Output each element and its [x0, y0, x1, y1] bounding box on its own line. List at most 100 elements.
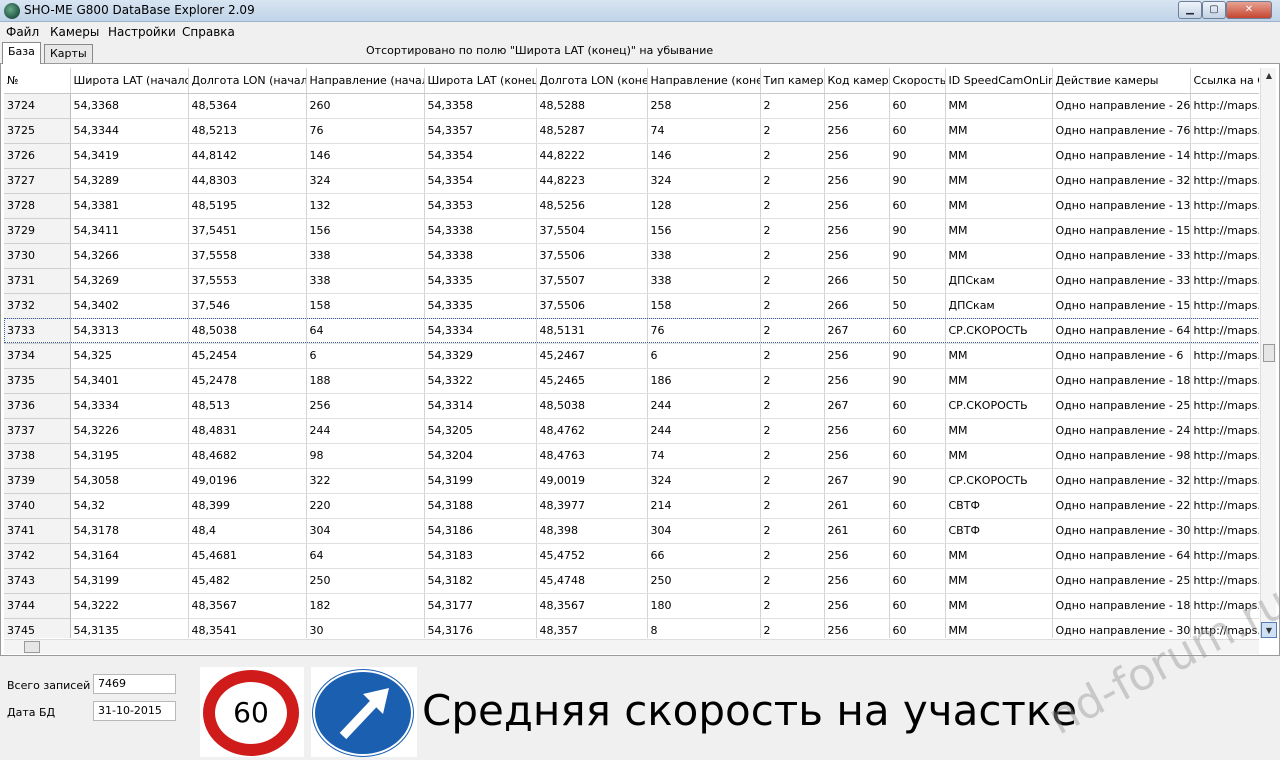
table-cell[interactable]: Одно направление - 156: [1052, 218, 1191, 244]
table-cell[interactable]: 30: [306, 618, 425, 638]
table-cell[interactable]: 54,3329: [424, 343, 537, 369]
table-cell[interactable]: MM: [945, 193, 1053, 219]
table-cell[interactable]: 304: [647, 518, 761, 544]
table-cell[interactable]: 54,3419: [70, 143, 189, 169]
table-cell[interactable]: 54,3322: [424, 368, 537, 394]
menu-file[interactable]: Файл: [6, 25, 39, 39]
table-cell[interactable]: 48,513: [188, 393, 307, 419]
table-cell[interactable]: 48,5038: [536, 393, 648, 419]
table-cell[interactable]: 2: [760, 143, 825, 169]
table-cell[interactable]: 54,3354: [424, 143, 537, 169]
table-cell[interactable]: 45,2465: [536, 368, 648, 394]
table-cell[interactable]: MM: [945, 343, 1053, 369]
tab-maps[interactable]: Карты: [44, 44, 93, 64]
table-cell[interactable]: 48,5213: [188, 118, 307, 144]
table-cell[interactable]: 60: [889, 593, 946, 619]
table-cell[interactable]: 324: [647, 468, 761, 494]
table-cell[interactable]: 258: [647, 93, 761, 119]
table-cell[interactable]: 54,3338: [424, 243, 537, 269]
table-cell[interactable]: 60: [889, 493, 946, 519]
table-row[interactable]: 3744 54,3222 48,3567 182 54,3177 48,3567 180 2 2…: [4, 593, 1259, 619]
table-cell[interactable]: 45,2454: [188, 343, 307, 369]
row-number-cell[interactable]: 3741: [4, 518, 71, 544]
table-cell[interactable]: Одно направление - 338: [1052, 243, 1191, 269]
table-cell[interactable]: СВТФ: [945, 518, 1053, 544]
table-row[interactable]: 3725 54,3344 48,5213 76 54,3357 48,5287 74 2 256…: [4, 118, 1259, 144]
table-cell[interactable]: 45,2467: [536, 343, 648, 369]
table-cell[interactable]: 60: [889, 518, 946, 544]
table-cell[interactable]: 37,5504: [536, 218, 648, 244]
table-row[interactable]: 3731 54,3269 37,5553 338 54,3335 37,5507 338 2 2…: [4, 268, 1259, 294]
table-cell[interactable]: 54,3204: [424, 443, 537, 469]
row-number-cell[interactable]: 3726: [4, 143, 71, 169]
table-cell[interactable]: 54,3334: [424, 318, 537, 344]
table-cell[interactable]: 2: [760, 93, 825, 119]
scroll-up-icon[interactable]: ▲: [1261, 68, 1277, 84]
table-cell[interactable]: Одно направление - 244: [1052, 418, 1191, 444]
table-cell[interactable]: СР.СКОРОСТЬ: [945, 318, 1053, 344]
table-cell[interactable]: 60: [889, 618, 946, 638]
table-cell[interactable]: 338: [306, 243, 425, 269]
column-header[interactable]: Широта LAT (начало): [70, 68, 189, 94]
table-cell[interactable]: 266: [824, 268, 890, 294]
table-cell[interactable]: 54,3182: [424, 568, 537, 594]
table-cell[interactable]: 60: [889, 393, 946, 419]
tab-database[interactable]: База: [2, 42, 41, 64]
table-cell[interactable]: 48,3567: [536, 593, 648, 619]
column-header[interactable]: №: [4, 68, 71, 94]
menu-settings[interactable]: Настройки: [108, 25, 176, 39]
table-cell[interactable]: 2: [760, 268, 825, 294]
table-cell[interactable]: 2: [760, 318, 825, 344]
table-cell[interactable]: 2: [760, 443, 825, 469]
table-cell[interactable]: 261: [824, 493, 890, 519]
table-row[interactable]: 3735 54,3401 45,2478 188 54,3322 45,2465 186 2 2…: [4, 368, 1259, 394]
column-header[interactable]: Скорость: [889, 68, 946, 94]
table-cell[interactable]: 48,357: [536, 618, 648, 638]
table-cell[interactable]: 267: [824, 393, 890, 419]
table-cell[interactable]: 128: [647, 193, 761, 219]
table-cell[interactable]: 256: [824, 368, 890, 394]
table-cell[interactable]: 54,3411: [70, 218, 189, 244]
table-cell[interactable]: 37,546: [188, 293, 307, 319]
table-cell[interactable]: 54,3335: [424, 293, 537, 319]
table-cell[interactable]: 132: [306, 193, 425, 219]
table-cell[interactable]: http://maps.: [1190, 118, 1259, 144]
table-cell[interactable]: 54,3176: [424, 618, 537, 638]
table-cell[interactable]: 60: [889, 418, 946, 444]
table-cell[interactable]: MM: [945, 443, 1053, 469]
table-cell[interactable]: 37,5507: [536, 268, 648, 294]
table-cell[interactable]: 54,3368: [70, 93, 189, 119]
row-number-cell[interactable]: 3732: [4, 293, 71, 319]
table-cell[interactable]: 2: [760, 518, 825, 544]
row-number-cell[interactable]: 3731: [4, 268, 71, 294]
column-header[interactable]: Широта LAT (конец): [424, 68, 537, 94]
table-cell[interactable]: СВТФ: [945, 493, 1053, 519]
table-cell[interactable]: MM: [945, 168, 1053, 194]
row-number-cell[interactable]: 3743: [4, 568, 71, 594]
table-cell[interactable]: 49,0019: [536, 468, 648, 494]
table-cell[interactable]: 260: [306, 93, 425, 119]
table-cell[interactable]: 256: [824, 443, 890, 469]
table-cell[interactable]: 60: [889, 543, 946, 569]
table-cell[interactable]: 37,5451: [188, 218, 307, 244]
table-cell[interactable]: 256: [824, 218, 890, 244]
table-cell[interactable]: 45,482: [188, 568, 307, 594]
table-cell[interactable]: 74: [647, 443, 761, 469]
table-cell[interactable]: 244: [647, 418, 761, 444]
table-cell[interactable]: 188: [306, 368, 425, 394]
table-cell[interactable]: 256: [824, 168, 890, 194]
table-cell[interactable]: 54,3353: [424, 193, 537, 219]
table-cell[interactable]: MM: [945, 143, 1053, 169]
row-number-cell[interactable]: 3744: [4, 593, 71, 619]
table-row[interactable]: 3745 54,3135 48,3541 30 54,3176 48,357 8 2 256 60…: [4, 618, 1259, 638]
table-cell[interactable]: 48,4: [188, 518, 307, 544]
row-number-cell[interactable]: 3738: [4, 443, 71, 469]
row-number-cell[interactable]: 3727: [4, 168, 71, 194]
table-cell[interactable]: 2: [760, 218, 825, 244]
table-cell[interactable]: 6: [647, 343, 761, 369]
table-cell[interactable]: СР.СКОРОСТЬ: [945, 393, 1053, 419]
table-cell[interactable]: 54,3289: [70, 168, 189, 194]
table-cell[interactable]: 48,3977: [536, 493, 648, 519]
maximize-button[interactable]: ▢: [1202, 1, 1226, 19]
table-cell[interactable]: Одно направление - 182: [1052, 593, 1191, 619]
